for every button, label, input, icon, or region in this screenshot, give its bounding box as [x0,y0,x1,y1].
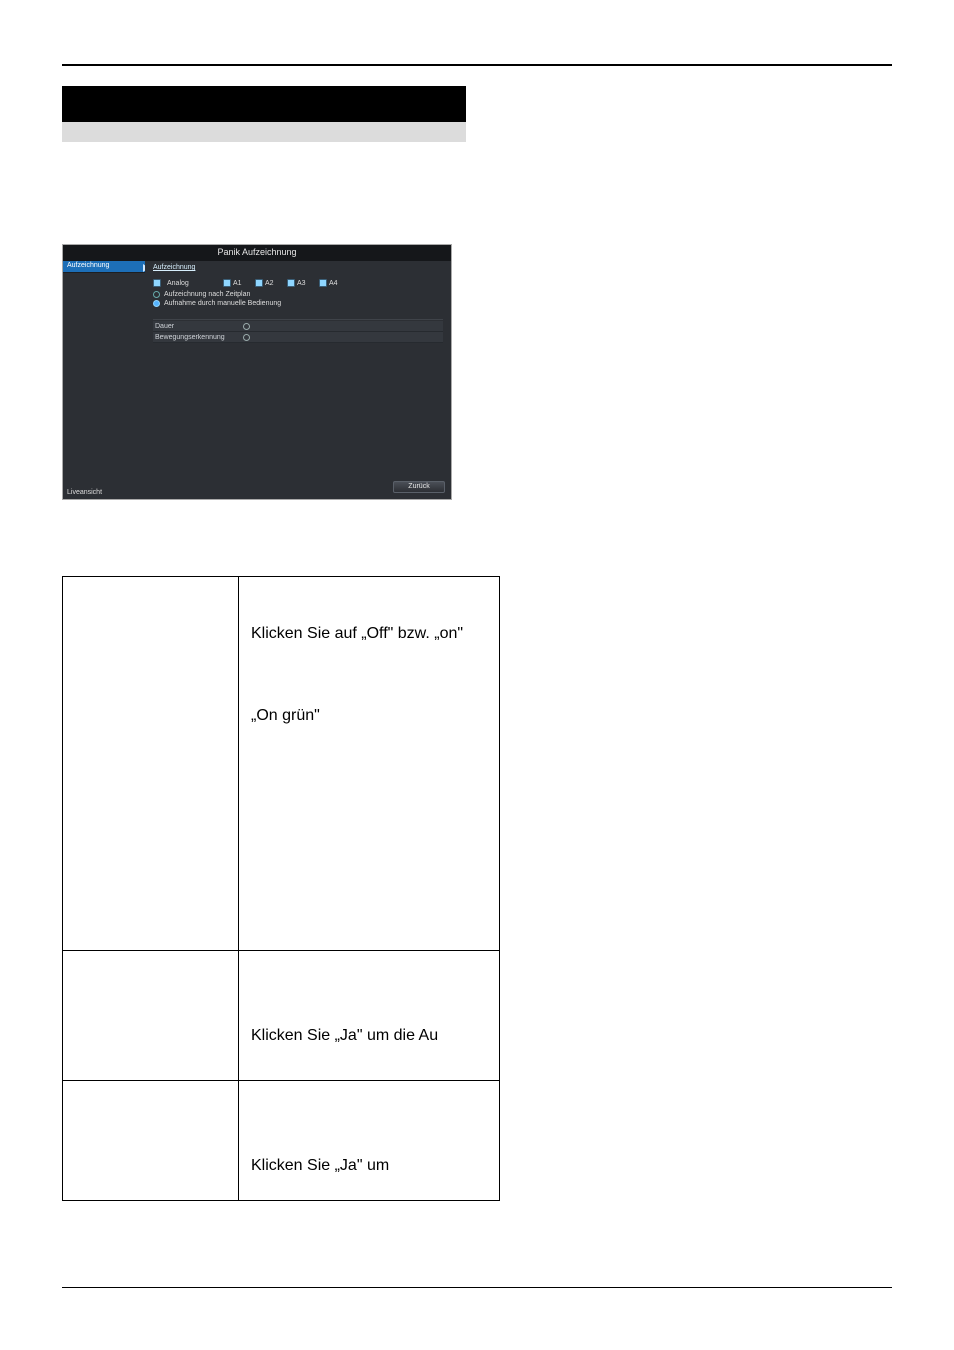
label-zeitplan: Aufzeichnung nach Zeitplan [164,291,250,298]
row-dauer[interactable]: Dauer [153,321,443,332]
table-cell-right-1: Klicken Sie auf „Off" bzw. „on" „On grün… [239,577,500,951]
table-cell-left-1 [63,577,239,951]
label-manuell: Aufnahme durch manuelle Bedienung [164,300,281,307]
sidebar: Aufzeichnung Liveansicht [63,261,145,499]
back-button[interactable]: Zurück [393,481,445,493]
checkbox-group: Analog A1 A2 A3 A4 Aufzeichnung nach Zei… [153,277,443,307]
instruction-table: Klicken Sie auf „Off" bzw. „on" „On grün… [62,576,500,1201]
dvr-screenshot: Panik Aufzeichnung Aufzeichnung Liveansi… [62,244,452,500]
label-a3: A3 [297,280,306,287]
checkbox-a2[interactable] [255,279,263,287]
checkbox-a4[interactable] [319,279,327,287]
text-ja-au: Klicken Sie „Ja" um die Au [251,1027,438,1044]
text-off-on: Klicken Sie auf „Off" bzw. „on" [251,625,463,642]
radio-zeitplan[interactable] [153,291,160,298]
dot-bewegung[interactable] [243,334,250,341]
table-cell-left-2 [63,951,239,1081]
dot-dauer[interactable] [243,323,250,330]
radio-manuell[interactable] [153,300,160,307]
bottom-rule [62,1287,892,1288]
section-heading-box [62,86,466,142]
table-row: Klicken Sie auf „Off" bzw. „on" „On grün… [63,577,500,951]
label-bewegung: Bewegungserkennung [153,334,243,341]
top-rule [62,64,892,66]
text-on-gruen: „On grün" [251,707,320,724]
separator [153,319,443,320]
main-panel: Aufzeichnung Analog A1 A2 A3 A4 Aufzeich… [145,261,451,499]
checkbox-a3[interactable] [287,279,295,287]
window-title: Panik Aufzeichnung [63,247,451,257]
label-dauer: Dauer [153,323,243,330]
label-a2: A2 [265,280,274,287]
table-cell-left-3 [63,1081,239,1201]
checkbox-analog[interactable] [153,279,161,287]
section-heading-grey [62,122,466,142]
label-a4: A4 [329,280,338,287]
label-analog: Analog [167,280,217,287]
checkbox-a1[interactable] [223,279,231,287]
table-row: Klicken Sie „Ja" um die Au [63,951,500,1081]
sidebar-item-label: Aufzeichnung [67,262,109,269]
tab-aufzeichnung[interactable]: Aufzeichnung [153,264,195,271]
label-a1: A1 [233,280,242,287]
table-cell-right-2: Klicken Sie „Ja" um die Au [239,951,500,1081]
sidebar-liveansicht[interactable]: Liveansicht [67,489,102,496]
sidebar-item-aufzeichnung[interactable]: Aufzeichnung [63,261,145,273]
row-bewegung[interactable]: Bewegungserkennung [153,332,443,343]
table-cell-right-3: Klicken Sie „Ja" um [239,1081,500,1201]
section-heading-black [62,86,466,122]
table-row: Klicken Sie „Ja" um [63,1081,500,1201]
text-ja-um: Klicken Sie „Ja" um [251,1157,389,1174]
